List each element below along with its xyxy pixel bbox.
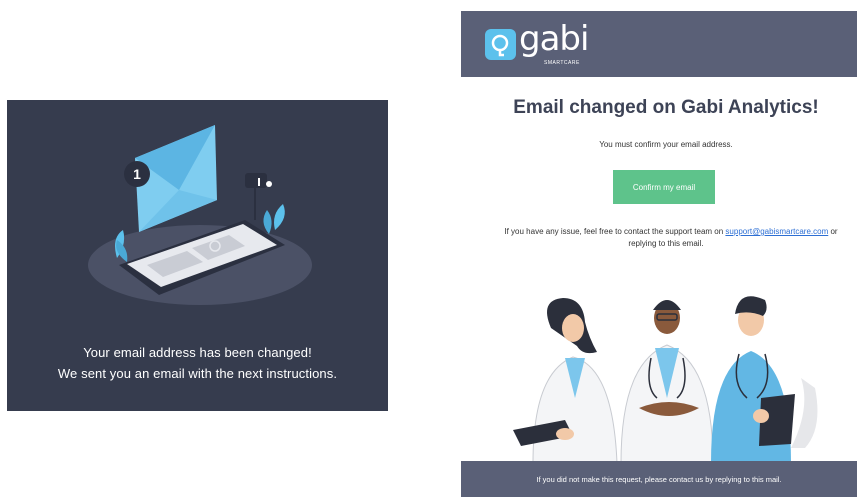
confirm-email-button[interactable]: Confirm my email: [613, 170, 715, 204]
support-text: If you have any issue, feel free to cont…: [461, 227, 857, 236]
confirmation-panel: 1 Your email address has been changed! W…: [7, 100, 388, 411]
doctors-illustration: [513, 296, 818, 463]
support-email-link[interactable]: support@gabismartcare.com: [725, 227, 828, 236]
doctor-middle-hair: [653, 300, 681, 310]
changed-message: Your email address has been changed!: [83, 345, 312, 360]
gabi-logo-icon: [485, 29, 516, 60]
badge-count: 1: [133, 166, 141, 182]
plant-right: [274, 204, 285, 230]
email-preview: gabi SMARTCARE Email changed on Gabi Ana…: [461, 8, 857, 497]
support-text-prefix: If you have any issue, feel free to cont…: [504, 227, 726, 236]
gabi-logo-subtitle: SMARTCARE: [544, 60, 580, 66]
instructions-message: We sent you an email with the next instr…: [57, 366, 338, 381]
support-text-line2: replying to this email.: [628, 239, 704, 248]
email-footer: If you did not make this request, please…: [461, 461, 857, 497]
mailbox-slot: [258, 178, 260, 186]
email-subtitle: You must confirm your email address.: [599, 140, 733, 149]
plant-right-2: [263, 210, 272, 234]
mailbox-icon: [245, 173, 267, 188]
gabi-logo-text: gabi: [519, 19, 589, 59]
email-header: gabi SMARTCARE: [461, 11, 857, 77]
support-text-suffix: or: [828, 227, 838, 236]
mailbox-flag: [266, 181, 272, 187]
email-title: Email changed on Gabi Analytics!: [513, 97, 819, 118]
email-illustration: 1: [88, 125, 312, 305]
doctor-left-face: [562, 314, 584, 342]
